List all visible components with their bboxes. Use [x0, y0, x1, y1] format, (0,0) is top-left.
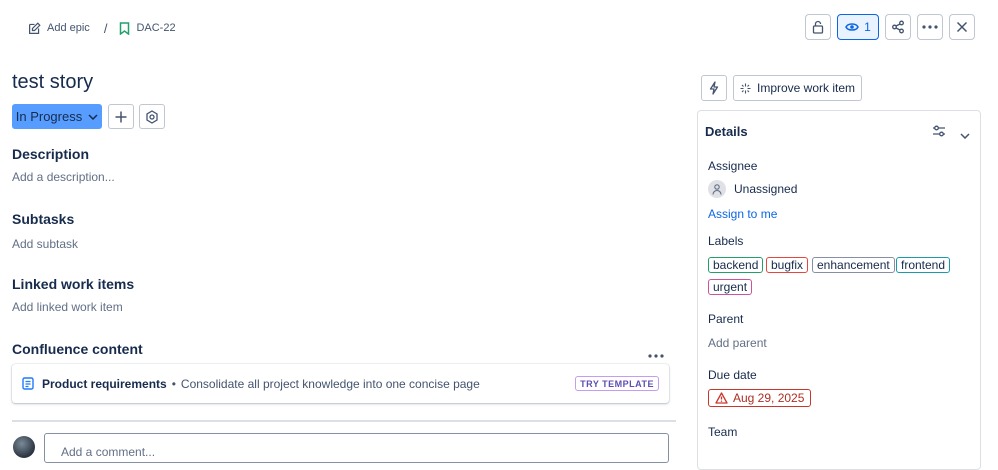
apps-button[interactable] — [139, 104, 165, 129]
automation-button[interactable] — [701, 75, 727, 101]
assignee-value: Unassigned — [734, 182, 798, 196]
plus-icon — [115, 111, 127, 122]
assign-to-me-link[interactable]: Assign to me — [708, 207, 777, 221]
avatar — [13, 436, 35, 458]
add-linked-item-button[interactable]: Add linked work item — [12, 300, 123, 314]
more-horizontal-icon — [648, 354, 664, 358]
template-description: Consolidate all project knowledge into o… — [180, 376, 480, 391]
edit-icon — [29, 21, 41, 34]
details-panel: Details Assignee Unassigned Assign to me… — [697, 110, 981, 470]
ai-sparkle-icon — [740, 83, 751, 93]
status-label: In Progress — [15, 109, 83, 124]
add-button[interactable] — [108, 104, 134, 129]
unlock-icon — [812, 20, 824, 34]
more-horizontal-icon — [922, 25, 938, 29]
issue-title[interactable]: test story — [12, 71, 93, 94]
add-subtask-button[interactable]: Add subtask — [12, 237, 78, 251]
label-chip[interactable]: bugfix — [766, 257, 809, 273]
breadcrumb: Add epic / DAC-22 — [28, 19, 176, 37]
story-bookmark-icon — [120, 21, 130, 35]
subtasks-heading: Subtasks — [12, 211, 75, 227]
template-separator: • — [171, 376, 176, 391]
try-template-button[interactable]: TRY TEMPLATE — [575, 376, 659, 391]
label-chip[interactable]: frontend — [896, 257, 951, 273]
close-icon — [956, 21, 968, 33]
collapse-details-button[interactable] — [960, 126, 970, 144]
details-heading: Details — [705, 124, 748, 139]
lightning-icon — [709, 81, 719, 95]
issue-key: DAC-22 — [136, 22, 176, 34]
configure-fields-button[interactable] — [932, 124, 946, 142]
label-chip[interactable]: enhancement — [812, 257, 895, 273]
add-epic-label: Add epic — [47, 22, 90, 34]
watch-count: 1 — [864, 20, 871, 34]
label-chip[interactable]: backend — [708, 257, 764, 273]
add-epic-link[interactable]: Add epic — [28, 21, 90, 35]
description-heading: Description — [12, 146, 90, 162]
page-icon — [22, 377, 34, 390]
template-title: Product requirements — [42, 376, 167, 391]
confluence-heading: Confluence content — [12, 341, 143, 357]
confluence-more-button[interactable] — [648, 345, 664, 363]
label-chip[interactable]: urgent — [708, 279, 753, 295]
due-date-field[interactable]: Aug 29, 2025 — [708, 389, 812, 407]
eye-icon — [845, 23, 859, 31]
breadcrumb-separator: / — [103, 20, 108, 36]
close-button[interactable] — [949, 14, 975, 40]
labels-label: Labels — [708, 234, 744, 248]
status-dropdown[interactable]: In Progress — [12, 104, 102, 129]
confluence-template-card[interactable]: Product requirements • Consolidate all p… — [12, 364, 669, 403]
watch-button[interactable]: 1 — [837, 14, 879, 40]
settings-icon — [146, 109, 158, 124]
warning-icon — [715, 392, 728, 404]
chevron-down-icon — [88, 113, 98, 120]
assignee-field[interactable]: Unassigned — [708, 180, 797, 198]
issue-key-link[interactable]: DAC-22 — [119, 21, 176, 35]
due-date-label: Due date — [708, 368, 757, 382]
user-avatar-icon — [708, 180, 726, 198]
share-icon — [892, 20, 904, 34]
description-field[interactable]: Add a description... — [12, 170, 115, 184]
more-actions-button[interactable] — [917, 14, 943, 40]
issue-toolbar: 1 — [805, 14, 975, 40]
sliders-icon — [933, 125, 945, 137]
assignee-label: Assignee — [708, 159, 758, 173]
parent-label: Parent — [708, 312, 744, 326]
due-date-value: Aug 29, 2025 — [733, 391, 805, 405]
linked-items-heading: Linked work items — [12, 276, 135, 292]
chevron-down-icon — [960, 133, 970, 140]
add-parent-button[interactable]: Add parent — [708, 336, 767, 350]
improve-label: Improve work item — [756, 81, 856, 95]
team-label: Team — [708, 425, 738, 439]
restrictions-button[interactable] — [805, 14, 831, 40]
divider — [12, 420, 676, 422]
comment-input[interactable]: Add a comment... — [44, 433, 669, 463]
share-button[interactable] — [885, 14, 911, 40]
improve-work-item-button[interactable]: Improve work item — [733, 75, 862, 101]
